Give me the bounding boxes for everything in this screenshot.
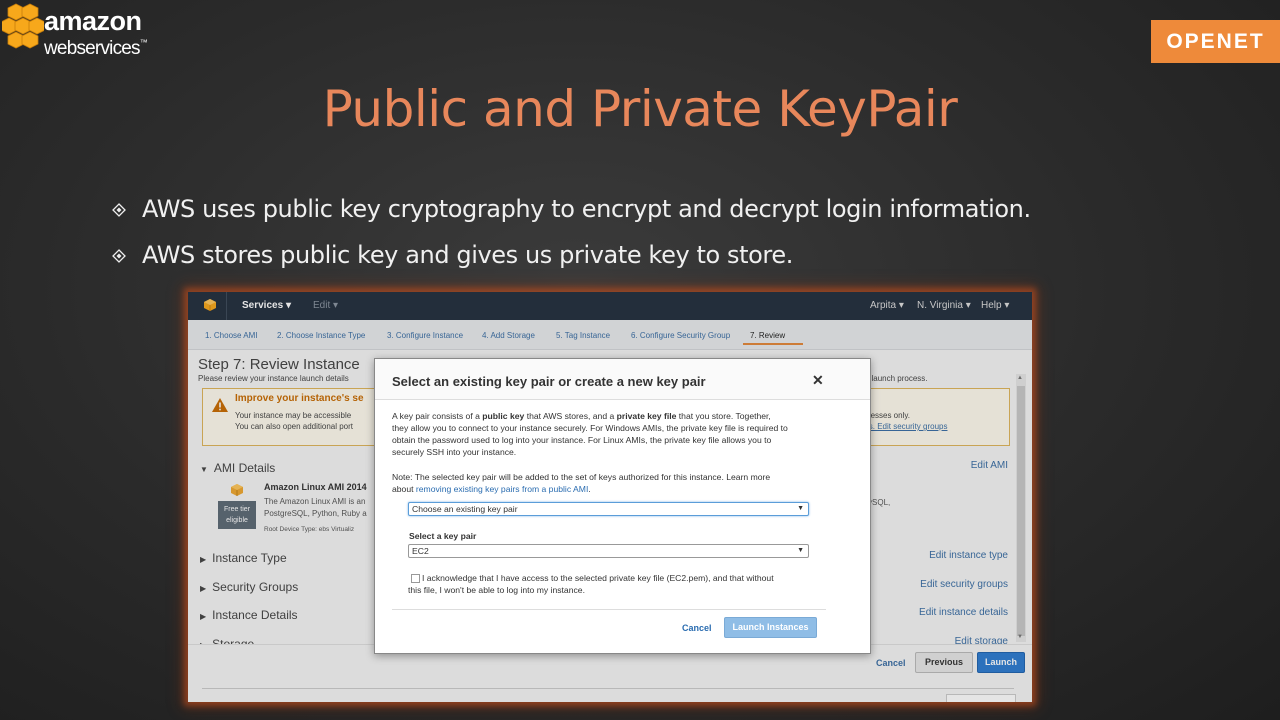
bullet-item: AWS stores public key and gives us priva… xyxy=(112,232,1031,278)
bullet-text: AWS stores public key and gives us priva… xyxy=(142,241,793,269)
acknowledge-checkbox[interactable] xyxy=(411,574,420,583)
para-public-key: public key xyxy=(482,411,525,421)
aws-logo-amazon: amazon xyxy=(44,6,142,36)
acknowledge-text-line-1: I acknowledge that I have access to the … xyxy=(422,573,774,583)
close-icon[interactable]: ✕ xyxy=(812,372,824,389)
aws-cubes-icon xyxy=(2,3,44,49)
openet-logo: OPENET xyxy=(1151,20,1280,63)
select-value: Choose an existing key pair xyxy=(412,504,518,514)
select-value: EC2 xyxy=(412,546,429,556)
para-text: that AWS stores, and a xyxy=(524,411,617,421)
launch-instances-button[interactable]: Launch Instances xyxy=(724,617,817,638)
aws-logo-tm: ™ xyxy=(139,38,148,47)
select-key-pair-label: Select a key pair xyxy=(409,531,477,541)
dialog-paragraph-line-1: A key pair consists of a public key that… xyxy=(392,410,771,422)
dialog-header: Select an existing key pair or create a … xyxy=(375,359,870,400)
slide-title: Public and Private KeyPair xyxy=(322,80,958,138)
aws-logo-webservices-text: webservices xyxy=(44,38,141,59)
note-text: . xyxy=(588,484,591,494)
aws-logo-webservices: webservices™ xyxy=(44,38,148,60)
dropdown-arrow-icon: ▼ xyxy=(797,505,804,512)
diamond-bullet-icon xyxy=(112,195,142,223)
dialog-note-line-1: Note: The selected key pair will be adde… xyxy=(392,472,771,482)
key-pair-mode-select[interactable]: Choose an existing key pair ▼ xyxy=(408,502,809,516)
aws-logo: amazon webservices™ xyxy=(2,2,162,64)
key-pair-select[interactable]: EC2 ▼ xyxy=(408,544,809,558)
bullet-text: AWS uses public key cryptography to encr… xyxy=(142,195,1031,223)
bullet-list: AWS uses public key cryptography to encr… xyxy=(112,186,1031,278)
removing-key-pairs-link[interactable]: removing existing key pairs from a publi… xyxy=(416,484,588,494)
dialog-cancel-button[interactable]: Cancel xyxy=(682,623,712,633)
dialog-paragraph-line-4: securely SSH into your instance. xyxy=(392,447,517,457)
para-text: A key pair consists of a xyxy=(392,411,483,421)
para-private-key-file: private key file xyxy=(616,411,677,421)
acknowledge-text-line-2: this file, I won't be able to log into m… xyxy=(408,585,585,595)
key-pair-dialog: Select an existing key pair or create a … xyxy=(374,358,871,654)
dialog-footer-divider xyxy=(392,609,826,610)
dialog-paragraph-line-3: obtain the password used to log into you… xyxy=(392,435,772,445)
bullet-item: AWS uses public key cryptography to encr… xyxy=(112,186,1031,232)
dialog-note-line-2: about removing existing key pairs from a… xyxy=(392,483,591,495)
dialog-paragraph-line-2: they allow you to connect to your instan… xyxy=(392,423,788,433)
para-text: that you store. Together, xyxy=(676,411,771,421)
dropdown-arrow-icon: ▼ xyxy=(797,547,804,554)
diamond-bullet-icon xyxy=(112,241,142,269)
note-text: about xyxy=(392,484,416,494)
aws-console-screenshot: Services ▾ Edit ▾ Arpita ▾ N. Virginia ▾… xyxy=(188,292,1032,702)
dialog-title: Select an existing key pair or create a … xyxy=(392,374,706,389)
